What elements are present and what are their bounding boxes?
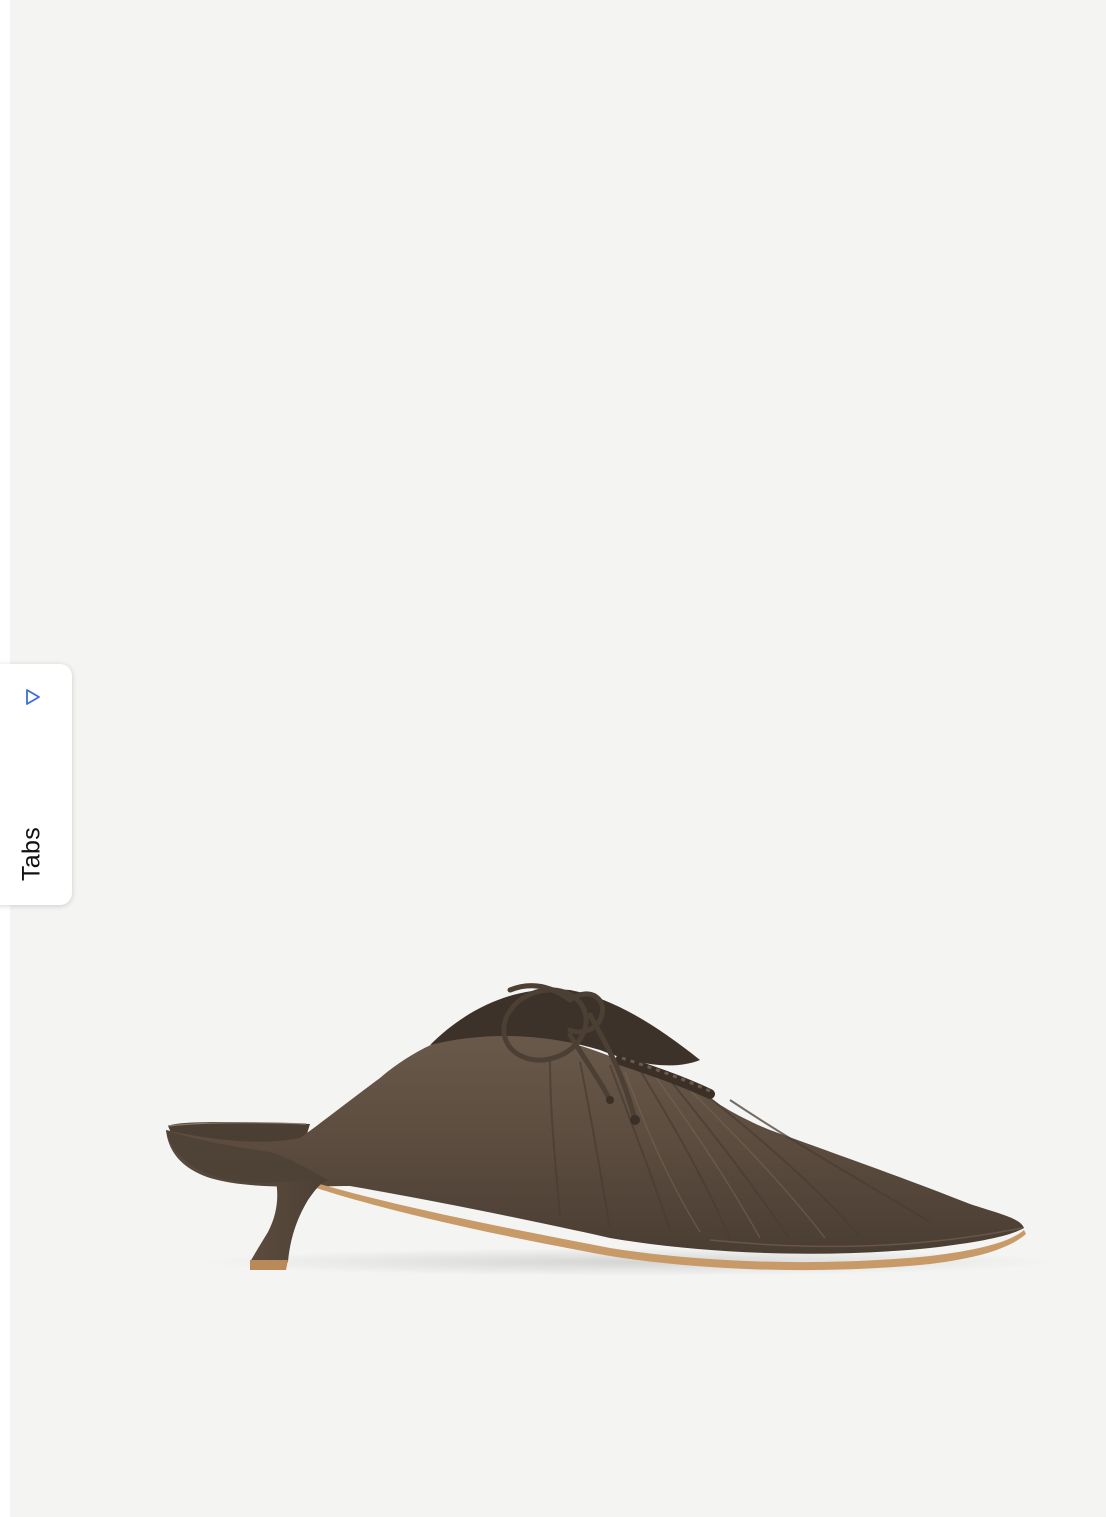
heel-tip (250, 1260, 288, 1270)
tabs-side-panel-toggle[interactable]: Tabs (0, 664, 72, 905)
mule-shoe-illustration (166, 983, 1060, 1276)
tabs-label: Tabs (17, 826, 46, 882)
product-image (10, 0, 1106, 1517)
play-triangle-icon (26, 689, 40, 705)
